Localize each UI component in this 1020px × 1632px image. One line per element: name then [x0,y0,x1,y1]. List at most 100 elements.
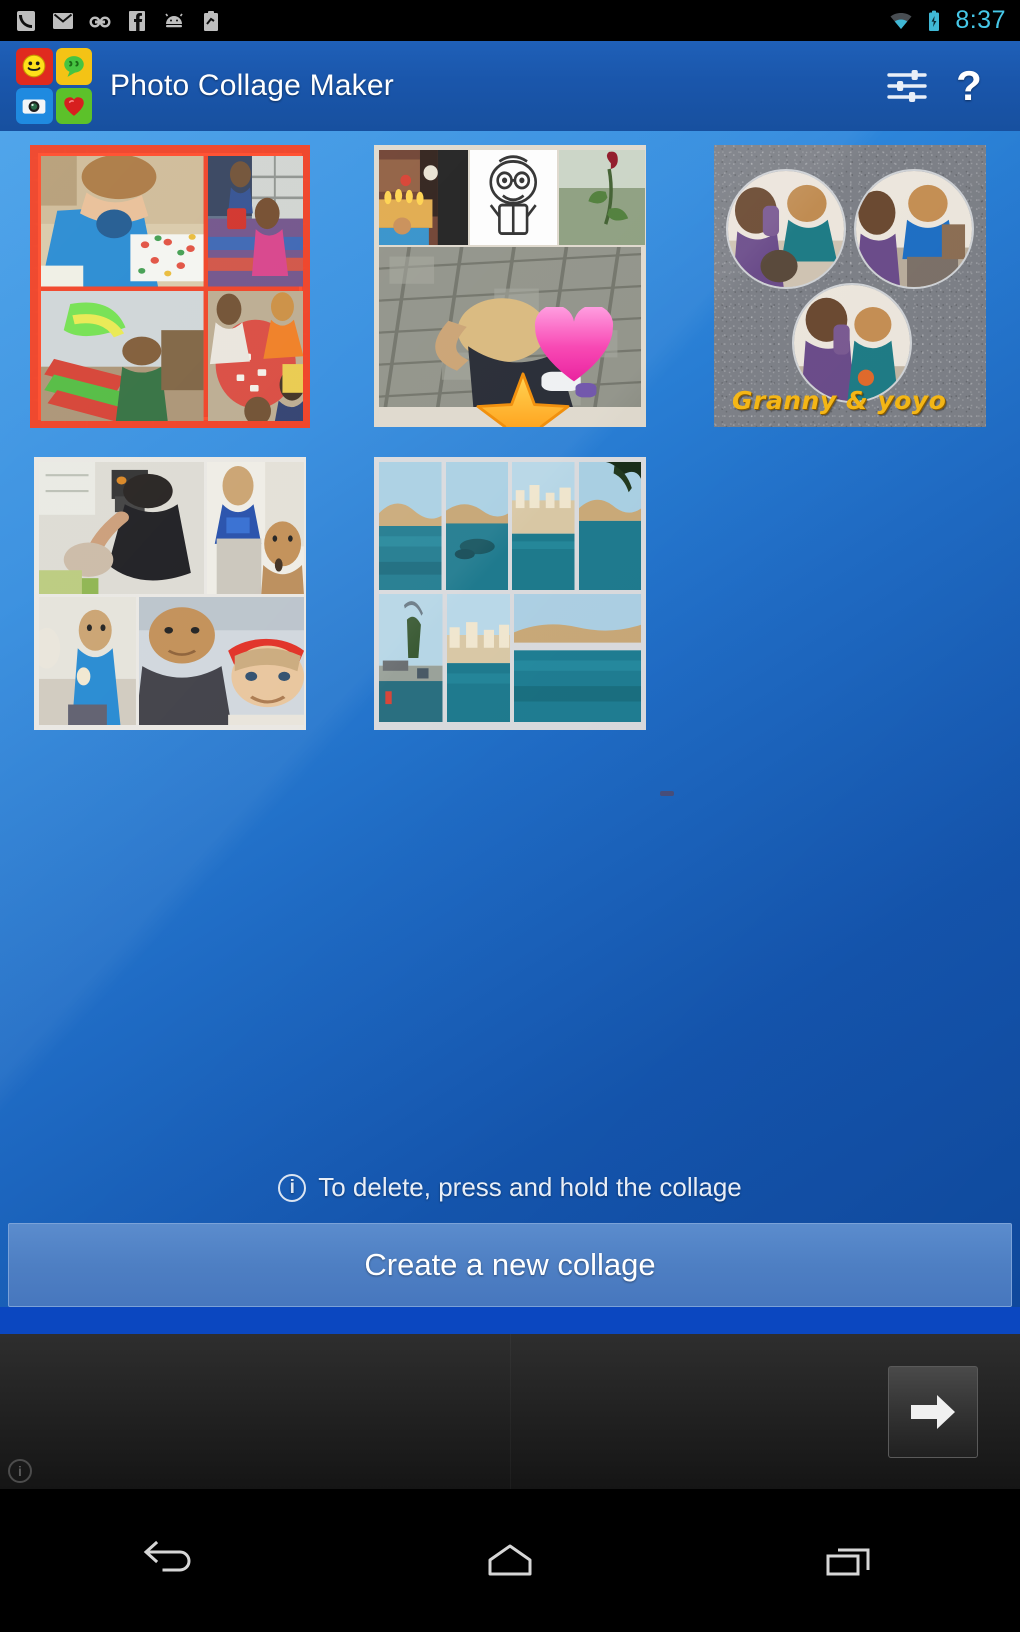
photo-sea-town [512,462,575,590]
status-bar: 8:37 [0,0,1020,41]
android-update-icon [165,13,183,27]
collage-5-top-row [379,462,641,590]
photo-two-boys [207,462,304,594]
photo-toddler-kitchen [39,597,136,725]
speech-bubble-icon [64,56,84,78]
info-circle-icon: i [278,1173,307,1202]
circular-photo [792,283,912,403]
collage-cell [340,457,680,769]
photo-cell [578,462,641,590]
photo-girls-playing [207,156,303,287]
collage-row: Granny & yoyo [0,145,1020,457]
collage-thumbnail-3[interactable]: Granny & yoyo [714,145,986,427]
photo-cell [39,462,205,594]
app-logo [16,48,92,124]
photo-cell [470,150,557,245]
speech-bubble-yellow-tile [55,48,92,85]
status-bar-system-icons: 8:37 [889,6,1006,35]
collage-thumbnail-1[interactable] [30,145,310,428]
photo-granny-and-child-1 [728,171,844,287]
collage-5-bottom-row [379,594,641,722]
heart-green-tile [55,87,92,124]
facebook-icon [129,10,145,31]
back-icon [143,1540,191,1571]
android-screen: 8:37 Photo Collage Maker ? Granny & yoyo… [0,0,1020,1632]
sliders-icon [887,70,927,102]
photo-harbor [379,594,443,722]
nav-back-button[interactable] [110,1516,230,1606]
battery-charging-icon [929,10,940,31]
photo-sea-2 [445,462,508,590]
help-button[interactable]: ? [938,55,1000,117]
settings-button[interactable] [876,55,938,117]
create-new-collage-button[interactable]: Create a new collage [8,1223,1012,1307]
collage-thumbnail-4[interactable] [34,457,306,730]
photo-cell [379,150,469,245]
photo-cell [41,156,204,287]
orange-star-sticker [476,372,570,427]
collage-2-bottom-photo [379,247,641,427]
photo-cell [138,597,304,725]
arrow-right-icon [911,1395,955,1429]
photo-birthday-candles [379,150,469,245]
photo-boy-crafting [41,156,204,287]
ad-banner[interactable]: i [0,1334,1020,1489]
photo-granny-and-child-3 [794,285,910,401]
photo-child-with-kite [41,290,204,421]
photo-cartoon-drawing [470,150,557,245]
ad-info-icon[interactable]: i [8,1459,32,1483]
voicemail-icon [89,15,111,28]
smiley-icon [22,54,46,78]
photo-father-and-boy-red-hat [138,597,304,725]
app-title: Photo Collage Maker [110,69,394,102]
ad-next-button[interactable] [888,1366,978,1458]
camera-blue-tile [16,87,53,124]
question-mark-icon: ? [956,62,982,109]
delete-hint-text: To delete, press and hold the collage [318,1172,742,1202]
collage-4-bottom-row [39,597,304,725]
photo-cell [207,290,303,421]
camera-icon [22,99,46,114]
nav-home-button[interactable] [450,1516,570,1606]
collage-4-top-row [39,462,304,594]
android-navigation-bar [0,1489,1020,1632]
action-bar: Photo Collage Maker ? [0,41,1020,131]
clipboard-icon [204,10,218,31]
collage-1-photo-grid [38,153,303,421]
heart-icon [63,97,84,116]
collage-2-top-row [379,150,645,245]
wallpaper-speck [660,791,674,796]
photo-cell [514,594,641,722]
divider-strip [0,1307,1020,1334]
photo-sea-with-tree [578,462,641,590]
phone-icon [17,10,35,31]
create-new-collage-label: Create a new collage [364,1247,656,1282]
photo-cell [207,462,304,594]
photo-wide-seascape [514,594,641,722]
status-bar-clock: 8:37 [955,6,1006,34]
photo-coastal-town [446,594,510,722]
photo-cell [558,150,645,245]
recents-icon [826,1548,870,1575]
wifi-icon [890,12,912,29]
circular-photo [854,169,974,289]
photo-cell [379,462,442,590]
nav-recents-button[interactable] [790,1516,910,1606]
photo-cell [379,594,443,722]
collage-cell: Granny & yoyo [680,145,1020,457]
photo-cell [41,290,204,421]
collage-thumbnail-5[interactable] [374,457,646,730]
photo-cell [445,462,508,590]
photo-cell [39,597,136,725]
collage-cell [0,145,340,457]
delete-hint: i To delete, press and hold the collage [0,1172,1020,1203]
photo-cell [512,462,575,590]
collage-thumbnail-2[interactable] [374,145,646,427]
photo-cell [446,594,510,722]
collage-list-area: Granny & yoyo [0,131,1020,1334]
photo-rose [558,150,645,245]
home-icon [488,1544,532,1575]
photo-granny-and-child-2 [856,171,972,287]
photo-kids-at-table [207,290,303,421]
photo-cell [207,156,303,287]
